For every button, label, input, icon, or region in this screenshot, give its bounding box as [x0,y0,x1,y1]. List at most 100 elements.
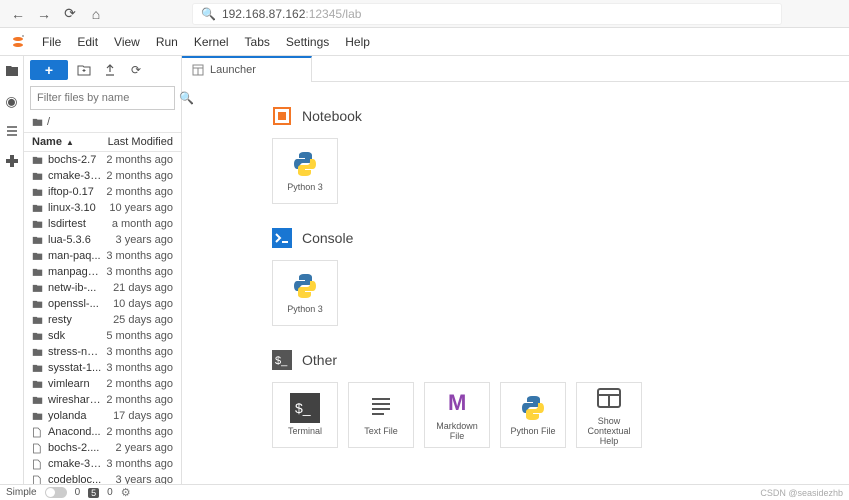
file-row[interactable]: cmake-3....2 months ago [24,168,181,184]
breadcrumb[interactable]: / [24,114,181,132]
new-folder-button[interactable] [74,60,94,80]
status-bar: Simple 0 5 0 ⚙ CSDN @seasidezhb [0,484,849,500]
file-row[interactable]: bochs-2....2 years ago [24,440,181,456]
notebook-icon [272,106,292,126]
file-icon [32,475,44,485]
section-other: $_ Other $_TerminalText FileMMarkdown Fi… [272,350,759,448]
folder-icon [32,315,44,325]
file-icon [32,459,44,470]
file-name: openssl-... [48,298,109,310]
card-terminal[interactable]: $_Terminal [272,382,338,448]
python-icon [290,271,320,301]
modified-column-header[interactable]: Last Modified [108,136,173,148]
file-modified: 25 days ago [109,314,173,326]
file-row[interactable]: Anacond...2 months ago [24,424,181,440]
card-python[interactable]: Python 3 [272,260,338,326]
new-launcher-button[interactable]: + [30,60,68,80]
folder-icon [32,251,44,261]
file-row[interactable]: wireshark...2 months ago [24,392,181,408]
file-modified: a month ago [108,218,173,230]
running-tab-icon[interactable]: ◉ [3,92,21,110]
file-row[interactable]: iftop-0.172 months ago [24,184,181,200]
file-row[interactable]: openssl-...10 days ago [24,296,181,312]
card-text[interactable]: Text File [348,382,414,448]
file-modified: 10 years ago [105,202,173,214]
card-python-file[interactable]: Python File [500,382,566,448]
menu-help[interactable]: Help [337,31,378,53]
file-modified: 17 days ago [109,410,173,422]
folder-icon [32,187,44,197]
file-row[interactable]: stress-ng...3 months ago [24,344,181,360]
card-python[interactable]: Python 3 [272,138,338,204]
file-modified: 2 months ago [102,394,173,406]
toc-tab-icon[interactable] [3,122,21,140]
url-bar[interactable]: 🔍 192.168.87.162:12345/lab [192,3,782,25]
settings-icon[interactable]: ⚙ [121,486,131,499]
upload-button[interactable] [100,60,120,80]
menu-edit[interactable]: Edit [69,31,106,53]
file-modified: 2 months ago [102,186,173,198]
file-modified: 3 months ago [102,250,173,262]
menu-kernel[interactable]: Kernel [186,31,237,53]
console-icon [272,228,292,248]
file-name: cmake-3.... [48,170,102,182]
file-name: stress-ng... [48,346,102,358]
file-name: codebloc... [48,474,112,484]
menu-view[interactable]: View [106,31,148,53]
folder-icon [32,283,44,293]
tab-label: Launcher [210,64,256,76]
name-column-header[interactable]: Name▲ [32,136,108,148]
menu-tabs[interactable]: Tabs [237,31,278,53]
menu-run[interactable]: Run [148,31,186,53]
file-name: resty [48,314,109,326]
card-label: Markdown File [429,422,485,442]
file-row[interactable]: sdk5 months ago [24,328,181,344]
section-title: Notebook [302,108,362,124]
reload-button[interactable]: ⟳ [60,4,80,24]
filter-input[interactable] [37,92,179,104]
back-button[interactable]: ← [8,4,28,24]
file-name: wireshark... [48,394,102,406]
file-row[interactable]: linux-3.1010 years ago [24,200,181,216]
extensions-tab-icon[interactable] [3,152,21,170]
file-modified: 2 months ago [102,154,173,166]
file-icon [32,443,44,454]
file-row[interactable]: codebloc...3 years ago [24,472,181,484]
folder-icon [32,171,44,181]
search-icon: 🔍 [201,7,216,21]
mode-toggle[interactable] [45,487,67,498]
menu-settings[interactable]: Settings [278,31,337,53]
card-help[interactable]: Show Contextual Help [576,382,642,448]
file-row[interactable]: resty25 days ago [24,312,181,328]
file-row[interactable]: man-paq...3 months ago [24,248,181,264]
menubar: FileEditViewRunKernelTabsSettingsHelp [0,28,849,56]
file-row[interactable]: lsdirtesta month ago [24,216,181,232]
status-count-2: 5 [88,488,99,498]
file-row[interactable]: bochs-2.72 months ago [24,152,181,168]
files-tab-icon[interactable] [3,62,21,80]
section-title: Other [302,352,337,368]
card-markdown[interactable]: MMarkdown File [424,382,490,448]
file-row[interactable]: yolanda17 days ago [24,408,181,424]
filter-box[interactable]: 🔍 [30,86,175,110]
home-button[interactable]: ⌂ [86,4,106,24]
tab-launcher[interactable]: Launcher [182,56,312,82]
file-row[interactable]: lua-5.3.63 years ago [24,232,181,248]
file-row[interactable]: sysstat-1...3 months ago [24,360,181,376]
file-row[interactable]: netw-ib-...21 days ago [24,280,181,296]
card-label: Text File [364,427,398,437]
python-icon [290,149,320,179]
file-modified: 3 months ago [102,266,173,278]
file-row[interactable]: vimlearn2 months ago [24,376,181,392]
refresh-button[interactable]: ⟳ [126,60,146,80]
menu-file[interactable]: File [34,31,69,53]
file-row[interactable]: manpage...3 months ago [24,264,181,280]
help-icon [594,383,624,413]
file-name: linux-3.10 [48,202,105,214]
file-name: man-paq... [48,250,102,262]
file-name: lsdirtest [48,218,108,230]
file-row[interactable]: cmake-3....3 months ago [24,456,181,472]
file-name: sysstat-1... [48,362,102,374]
forward-button[interactable]: → [34,4,54,24]
folder-icon [32,347,44,357]
